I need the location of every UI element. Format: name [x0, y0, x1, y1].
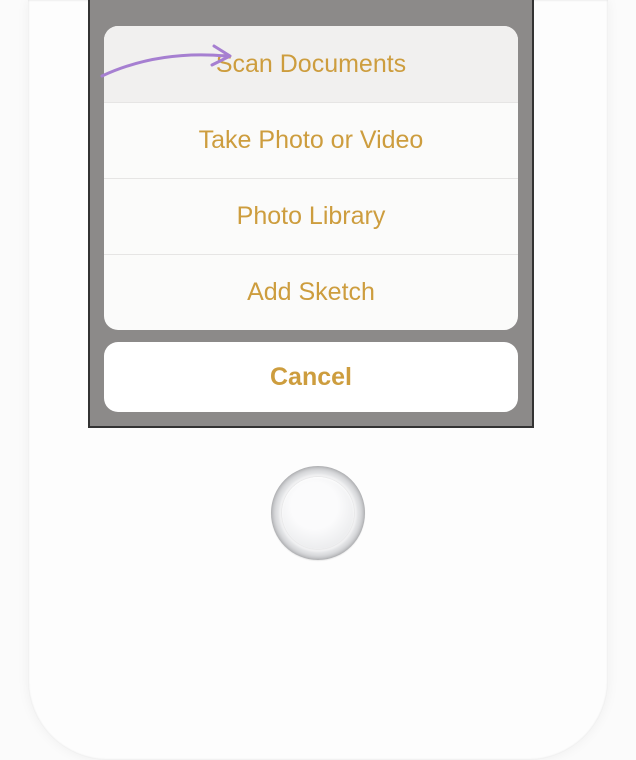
action-photo-library[interactable]: Photo Library — [104, 178, 518, 254]
action-add-sketch[interactable]: Add Sketch — [104, 254, 518, 330]
action-label: Scan Documents — [216, 50, 406, 79]
home-button[interactable] — [271, 466, 365, 560]
action-label: Photo Library — [237, 202, 386, 231]
action-take-photo-video[interactable]: Take Photo or Video — [104, 102, 518, 178]
home-button-surface — [282, 477, 354, 549]
cancel-button[interactable]: Cancel — [104, 342, 518, 412]
phone-screen: Scan Documents Take Photo or Video Photo… — [88, 0, 534, 428]
action-label: Add Sketch — [247, 278, 375, 307]
action-label: Take Photo or Video — [199, 126, 424, 155]
action-scan-documents[interactable]: Scan Documents — [104, 26, 518, 102]
phone-chassis: Scan Documents Take Photo or Video Photo… — [28, 0, 608, 760]
action-sheet: Scan Documents Take Photo or Video Photo… — [104, 26, 518, 330]
cancel-label: Cancel — [270, 363, 352, 392]
